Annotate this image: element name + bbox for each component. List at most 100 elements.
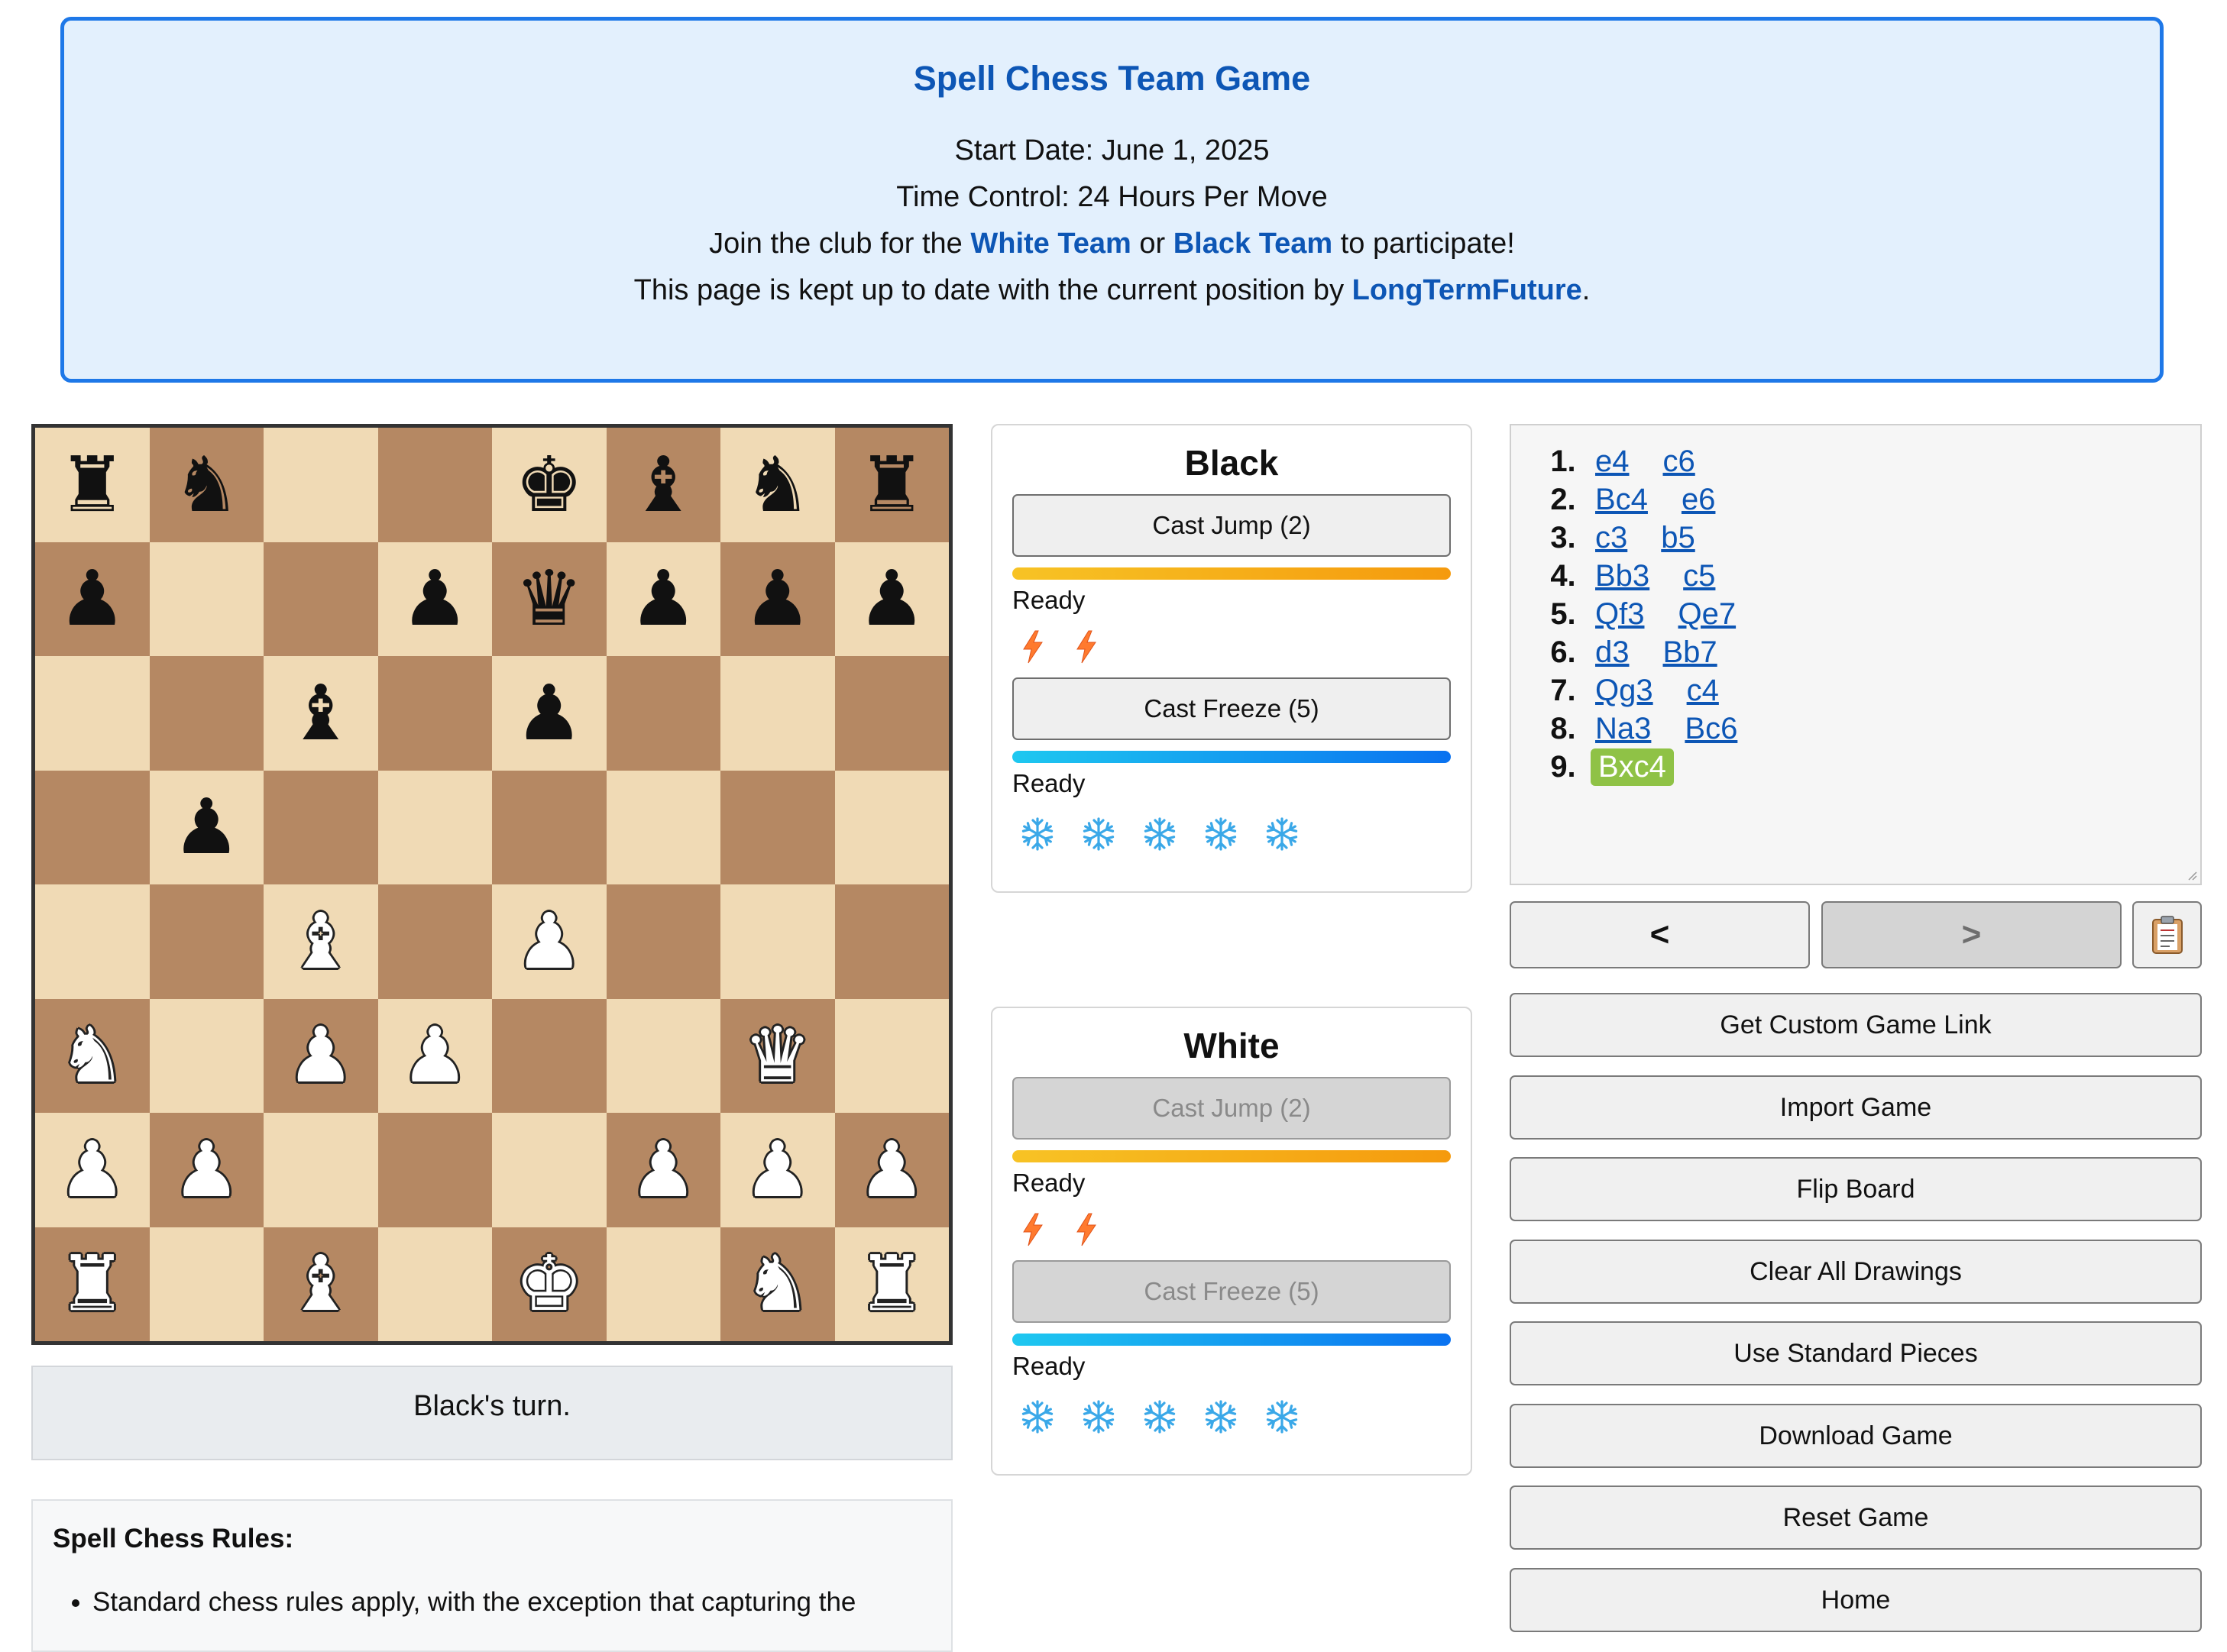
- black-pawn-icon[interactable]: ♟: [400, 561, 469, 637]
- black-move-link[interactable]: Bc6: [1685, 712, 1737, 746]
- square-g1[interactable]: ♞: [720, 1227, 835, 1341]
- square-b1[interactable]: [149, 1227, 264, 1341]
- square-e3[interactable]: [492, 998, 607, 1113]
- white-pawn-icon[interactable]: ♟: [629, 1131, 698, 1208]
- black-pawn-icon[interactable]: ♟: [743, 561, 812, 637]
- square-g3[interactable]: ♛: [720, 998, 835, 1113]
- square-g5[interactable]: [720, 770, 835, 884]
- white-move-link[interactable]: d3: [1595, 635, 1630, 670]
- square-e5[interactable]: [492, 770, 607, 884]
- black-cast-freeze-button[interactable]: Cast Freeze (5): [1012, 677, 1451, 740]
- square-g4[interactable]: [720, 884, 835, 999]
- square-c6[interactable]: ♝: [264, 656, 378, 771]
- square-c2[interactable]: [264, 1113, 378, 1227]
- white-bishop-icon[interactable]: ♝: [286, 1246, 355, 1322]
- square-g8[interactable]: ♞: [720, 428, 835, 542]
- white-knight-icon[interactable]: ♞: [58, 1017, 127, 1094]
- white-rook-icon[interactable]: ♜: [857, 1246, 926, 1322]
- square-e1[interactable]: ♚: [492, 1227, 607, 1341]
- square-e6[interactable]: ♟: [492, 656, 607, 771]
- square-d1[interactable]: [377, 1227, 492, 1341]
- white-pawn-icon[interactable]: ♟: [515, 903, 584, 980]
- square-e8[interactable]: ♚: [492, 428, 607, 542]
- black-move-link[interactable]: c6: [1663, 445, 1695, 479]
- white-move-link[interactable]: Bc4: [1595, 483, 1648, 517]
- square-c8[interactable]: [264, 428, 378, 542]
- square-a6[interactable]: [35, 656, 150, 771]
- square-a2[interactable]: ♟: [35, 1113, 150, 1227]
- square-d4[interactable]: [377, 884, 492, 999]
- use-standard-pieces-button[interactable]: Use Standard Pieces: [1510, 1321, 2202, 1385]
- white-bishop-icon[interactable]: ♝: [286, 903, 355, 980]
- black-move-link[interactable]: Qe7: [1678, 597, 1736, 632]
- square-b5[interactable]: ♟: [149, 770, 264, 884]
- white-move-link[interactable]: Bb3: [1595, 559, 1649, 593]
- square-c4[interactable]: ♝: [264, 884, 378, 999]
- reset-game-button[interactable]: Reset Game: [1510, 1486, 2202, 1550]
- square-c3[interactable]: ♟: [264, 998, 378, 1113]
- black-cast-jump-button[interactable]: Cast Jump (2): [1012, 494, 1451, 557]
- square-d2[interactable]: [377, 1113, 492, 1227]
- black-move-link[interactable]: Bb7: [1663, 635, 1717, 670]
- black-knight-icon[interactable]: ♞: [172, 446, 241, 523]
- square-d3[interactable]: ♟: [377, 998, 492, 1113]
- white-pawn-icon[interactable]: ♟: [172, 1131, 241, 1208]
- black-move-link[interactable]: e6: [1682, 483, 1716, 517]
- square-a8[interactable]: ♜: [35, 428, 150, 542]
- white-cast-freeze-button[interactable]: Cast Freeze (5): [1012, 1260, 1451, 1323]
- square-f3[interactable]: [606, 998, 720, 1113]
- square-g2[interactable]: ♟: [720, 1113, 835, 1227]
- square-h8[interactable]: ♜: [834, 428, 949, 542]
- black-knight-icon[interactable]: ♞: [743, 446, 812, 523]
- copy-pgn-button[interactable]: [2132, 901, 2202, 968]
- square-f5[interactable]: [606, 770, 720, 884]
- square-h6[interactable]: [834, 656, 949, 771]
- white-knight-icon[interactable]: ♞: [743, 1246, 812, 1322]
- get-custom-game-link-button[interactable]: Get Custom Game Link: [1510, 993, 2202, 1057]
- black-move-link[interactable]: c5: [1683, 559, 1715, 593]
- white-team-link[interactable]: White Team: [970, 228, 1131, 260]
- black-pawn-icon[interactable]: ♟: [58, 561, 127, 637]
- clear-all-drawings-button[interactable]: Clear All Drawings: [1510, 1240, 2202, 1304]
- square-a7[interactable]: ♟: [35, 542, 150, 656]
- square-d5[interactable]: [377, 770, 492, 884]
- previous-move-button[interactable]: <: [1510, 901, 1810, 968]
- white-move-link[interactable]: Bxc4: [1591, 748, 1674, 786]
- square-c5[interactable]: [264, 770, 378, 884]
- black-move-link[interactable]: c4: [1687, 674, 1719, 708]
- white-pawn-icon[interactable]: ♟: [857, 1131, 926, 1208]
- black-pawn-icon[interactable]: ♟: [629, 561, 698, 637]
- square-f7[interactable]: ♟: [606, 542, 720, 656]
- square-b3[interactable]: [149, 998, 264, 1113]
- black-pawn-icon[interactable]: ♟: [172, 789, 241, 865]
- square-b2[interactable]: ♟: [149, 1113, 264, 1227]
- download-game-button[interactable]: Download Game: [1510, 1404, 2202, 1468]
- black-pawn-icon[interactable]: ♟: [515, 674, 584, 752]
- black-queen-icon[interactable]: ♛: [515, 561, 584, 637]
- black-pawn-icon[interactable]: ♟: [857, 561, 926, 637]
- white-pawn-icon[interactable]: ♟: [286, 1017, 355, 1094]
- square-d8[interactable]: [377, 428, 492, 542]
- black-rook-icon[interactable]: ♜: [58, 446, 127, 523]
- black-bishop-icon[interactable]: ♝: [629, 446, 698, 523]
- square-d7[interactable]: ♟: [377, 542, 492, 656]
- square-e7[interactable]: ♛: [492, 542, 607, 656]
- white-pawn-icon[interactable]: ♟: [58, 1131, 127, 1208]
- square-d6[interactable]: [377, 656, 492, 771]
- import-game-button[interactable]: Import Game: [1510, 1075, 2202, 1140]
- square-f1[interactable]: [606, 1227, 720, 1341]
- square-h5[interactable]: [834, 770, 949, 884]
- square-b4[interactable]: [149, 884, 264, 999]
- square-h4[interactable]: [834, 884, 949, 999]
- square-b8[interactable]: ♞: [149, 428, 264, 542]
- resize-grip-icon[interactable]: [2185, 868, 2197, 881]
- square-f4[interactable]: [606, 884, 720, 999]
- black-team-link[interactable]: Black Team: [1173, 228, 1332, 260]
- black-rook-icon[interactable]: ♜: [857, 446, 926, 523]
- square-c7[interactable]: [264, 542, 378, 656]
- square-h7[interactable]: ♟: [834, 542, 949, 656]
- white-cast-jump-button[interactable]: Cast Jump (2): [1012, 1077, 1451, 1140]
- flip-board-button[interactable]: Flip Board: [1510, 1157, 2202, 1221]
- square-a1[interactable]: ♜: [35, 1227, 150, 1341]
- square-f6[interactable]: [606, 656, 720, 771]
